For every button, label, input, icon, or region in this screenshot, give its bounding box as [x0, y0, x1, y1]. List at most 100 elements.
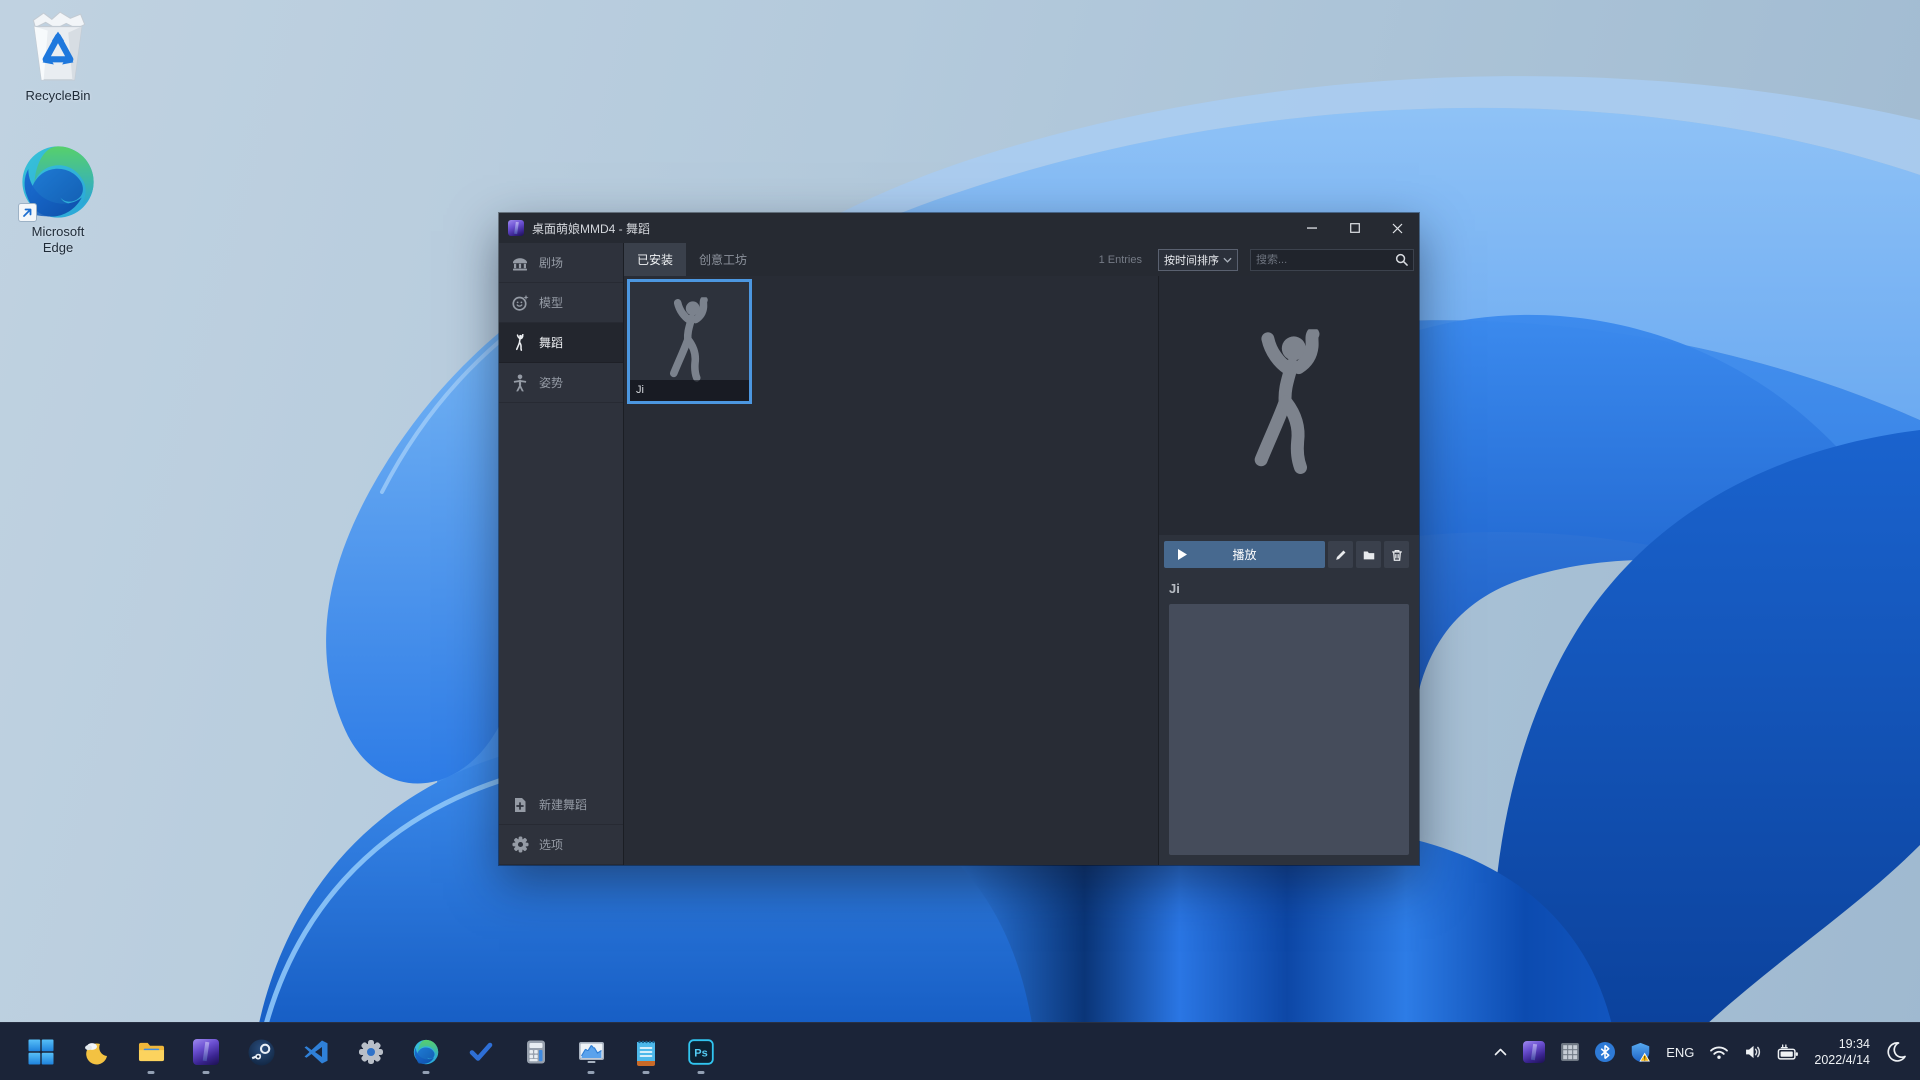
chevron-up-icon — [1494, 1048, 1507, 1056]
desktop-icon-area: RecycleBin Microsoft Edge — [12, 8, 104, 256]
sidebar-item-label: 模型 — [539, 296, 564, 310]
minimize-button[interactable] — [1290, 213, 1333, 243]
edge-icon — [413, 1039, 439, 1065]
sidebar-item-theater[interactable]: 剧场 — [499, 243, 623, 283]
pencil-icon — [1335, 550, 1345, 560]
taskbar-photoshop[interactable]: Ps — [681, 1028, 721, 1076]
taskbar-edge[interactable] — [406, 1028, 446, 1076]
clock-date: 2022/4/14 — [1814, 1053, 1870, 1067]
tray-wifi[interactable] — [1706, 1032, 1732, 1072]
sidebar-item-label: 舞蹈 — [539, 336, 564, 350]
open-folder-button[interactable] — [1356, 541, 1381, 568]
tray-clock[interactable]: 19:34 2022/4/14 — [1811, 1032, 1873, 1072]
taskbar-calculator[interactable] — [516, 1028, 556, 1076]
bluetooth-icon — [1595, 1042, 1616, 1062]
taskbar-mmd-app[interactable] — [186, 1028, 226, 1076]
sidebar-item-new-dance[interactable]: 新建舞蹈 — [499, 785, 623, 825]
taskbar-steam[interactable] — [241, 1028, 281, 1076]
delete-button[interactable] — [1384, 541, 1409, 568]
play-button[interactable]: 播放 — [1164, 541, 1325, 568]
tray-night-mode[interactable] — [1882, 1032, 1910, 1072]
taskbar-todo[interactable] — [461, 1028, 501, 1076]
recycle-bin-icon — [32, 11, 86, 81]
tray-security-shield[interactable] — [1627, 1032, 1654, 1072]
sidebar-item-options[interactable]: 选项 — [499, 825, 623, 865]
clock-time: 19:34 — [1838, 1037, 1870, 1051]
app-window: 桌面萌娘MMD4 - 舞蹈 剧场 模型 舞蹈 姿势 新建舞蹈 选项 已安装 创意… — [499, 213, 1419, 865]
tray-bluetooth[interactable] — [1592, 1032, 1618, 1072]
sidebar-item-label: 剧场 — [539, 256, 564, 270]
sidebar-item-label: 姿势 — [539, 376, 564, 390]
shield-warning-icon — [1631, 1042, 1651, 1062]
search-input[interactable] — [1256, 253, 1395, 266]
shortcut-arrow-icon — [18, 203, 37, 222]
performance-monitor-icon — [578, 1041, 604, 1063]
file-explorer-icon — [138, 1042, 164, 1062]
app-window-icon — [508, 220, 524, 236]
check-icon — [469, 1042, 493, 1061]
settings-gear-icon — [359, 1040, 383, 1064]
detail-controls: 播放 — [1164, 541, 1409, 568]
taskbar-task-manager[interactable] — [571, 1028, 611, 1076]
tray-battery[interactable] — [1774, 1032, 1802, 1072]
battery-charging-icon — [1778, 1043, 1799, 1060]
taskbar-vscode[interactable] — [296, 1028, 336, 1076]
mmd-app-icon — [1523, 1041, 1546, 1063]
taskbar-weather-widget[interactable] — [76, 1028, 116, 1076]
tab-installed[interactable]: 已安装 — [624, 243, 687, 276]
trash-icon — [1391, 549, 1402, 561]
desktop-icon-label: Microsoft Edge — [31, 224, 85, 255]
search-box — [1250, 248, 1414, 271]
sort-dropdown[interactable]: 按时间排序 — [1158, 248, 1238, 271]
maximize-button[interactable] — [1333, 213, 1376, 243]
taskbar: Ps ENG 19:34 2022/4/14 — [0, 1022, 1920, 1080]
vscode-icon — [304, 1040, 328, 1064]
desktop-icon-microsoft-edge[interactable]: Microsoft Edge — [15, 104, 101, 256]
taskbar-settings[interactable] — [351, 1028, 391, 1076]
tab-workshop[interactable]: 创意工坊 — [686, 243, 760, 276]
window-titlebar[interactable]: 桌面萌娘MMD4 - 舞蹈 — [499, 213, 1419, 243]
dance-card-grid: Ji — [624, 276, 1158, 865]
taskbar-apps: Ps — [21, 1023, 721, 1080]
desktop-icon-recycle-bin[interactable]: RecycleBin — [25, 8, 91, 104]
taskbar-notepad[interactable] — [626, 1028, 666, 1076]
desktop-icon-label: RecycleBin — [25, 88, 91, 103]
tray-language-indicator[interactable]: ENG — [1663, 1032, 1697, 1072]
tray-volume[interactable] — [1741, 1032, 1765, 1072]
windows-start-icon — [28, 1039, 54, 1065]
taskbar-start-button[interactable] — [21, 1028, 61, 1076]
tray-mmd-app[interactable] — [1520, 1032, 1548, 1072]
weather-moon-icon — [84, 1042, 107, 1064]
detail-panel: 播放 Ji — [1158, 276, 1419, 865]
mmd-app-icon — [193, 1039, 219, 1065]
tray-grid-app[interactable] — [1557, 1032, 1583, 1072]
selected-dance-name: Ji — [1169, 581, 1180, 596]
toolbar: 已安装 创意工坊 1 Entries 按时间排序 — [624, 243, 1419, 276]
theater-stage-icon — [511, 254, 529, 272]
description-box — [1169, 604, 1409, 855]
sidebar-item-dance[interactable]: 舞蹈 — [499, 323, 623, 363]
taskbar-file-explorer[interactable] — [131, 1028, 171, 1076]
entries-count: 1 Entries — [1098, 253, 1142, 266]
sidebar: 剧场 模型 舞蹈 姿势 新建舞蹈 选项 — [499, 243, 623, 865]
notepad-icon — [637, 1040, 655, 1066]
main-area: 已安装 创意工坊 1 Entries 按时间排序 搜索... Ji 播放 Ji — [623, 243, 1419, 865]
svg-text:Ps: Ps — [694, 1048, 707, 1060]
dance-card-ji[interactable]: Ji — [627, 279, 752, 404]
chevron-down-icon — [1223, 257, 1232, 263]
photoshop-icon: Ps — [688, 1039, 714, 1065]
search-icon — [1395, 253, 1408, 266]
sidebar-item-model[interactable]: 模型 — [499, 283, 623, 323]
sidebar-item-pose[interactable]: 姿势 — [499, 363, 623, 403]
grid-app-icon — [1561, 1043, 1580, 1061]
language-label: ENG — [1666, 1044, 1695, 1060]
dance-card-label: Ji — [630, 380, 749, 401]
pose-figure-icon — [511, 374, 529, 392]
edit-button[interactable] — [1328, 541, 1353, 568]
speaker-icon — [1746, 1045, 1761, 1059]
tray-show-hidden-icons[interactable] — [1490, 1032, 1511, 1072]
sort-dropdown-value: 按时间排序 — [1164, 254, 1219, 267]
close-button[interactable] — [1376, 213, 1419, 243]
system-tray: ENG 19:34 2022/4/14 — [1490, 1023, 1910, 1080]
